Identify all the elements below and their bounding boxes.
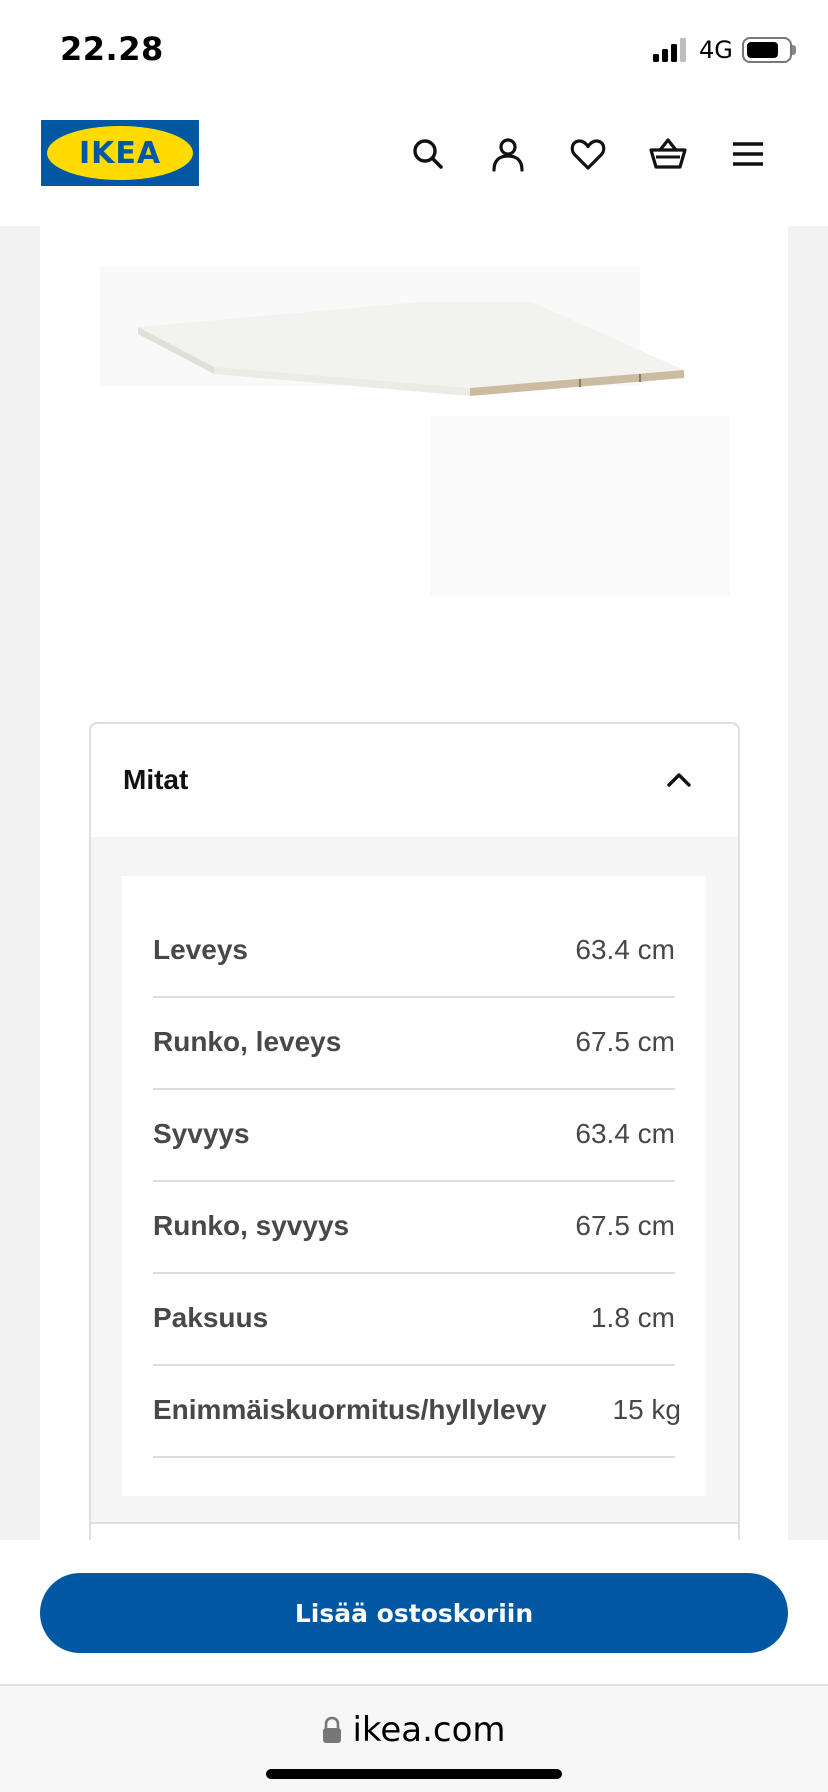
dimension-row-depth: Syvyys 63.4 cm bbox=[153, 1090, 675, 1182]
dimension-row-frame-width: Runko, leveys 67.5 cm bbox=[153, 998, 675, 1090]
battery-nub bbox=[792, 45, 796, 55]
next-accordion-edge bbox=[89, 1522, 740, 1540]
accordion-title: Mitat bbox=[123, 764, 189, 795]
status-bar: 22.28 4G bbox=[0, 0, 828, 100]
dimension-row-width: Leveys 63.4 cm bbox=[153, 906, 675, 998]
heart-icon[interactable] bbox=[564, 130, 612, 178]
battery-icon bbox=[742, 37, 792, 63]
basket-icon[interactable] bbox=[644, 130, 692, 178]
sticky-cta-bar: Lisää ostoskoriin bbox=[0, 1540, 828, 1684]
dimension-value: 63.4 cm bbox=[575, 1118, 675, 1149]
search-icon[interactable] bbox=[404, 130, 452, 178]
dimension-label: Leveys bbox=[153, 934, 248, 965]
dimension-row-thickness: Paksuus 1.8 cm bbox=[153, 1274, 675, 1366]
ikea-logo[interactable]: IKEA bbox=[41, 120, 199, 186]
dimension-value: 1.8 cm bbox=[590, 1302, 675, 1333]
logo-text: IKEA bbox=[78, 135, 162, 171]
dimensions-list: Leveys 63.4 cm Runko, leveys 67.5 cm Syv… bbox=[122, 876, 706, 1496]
logo-oval: IKEA bbox=[47, 126, 193, 180]
add-to-cart-button[interactable]: Lisää ostoskoriin bbox=[40, 1573, 788, 1653]
product-image[interactable] bbox=[80, 256, 740, 596]
url-text: ikea.com bbox=[352, 1710, 506, 1750]
status-time: 22.28 bbox=[60, 30, 164, 68]
dimension-value: 15 kg bbox=[612, 1394, 682, 1425]
home-indicator[interactable] bbox=[266, 1769, 562, 1779]
dimensions-accordion: Mitat Leveys 63.4 cm Runko, leveys 67.5 … bbox=[89, 722, 740, 1540]
dimensions-accordion-header[interactable]: Mitat bbox=[91, 724, 738, 837]
site-header: IKEA bbox=[0, 100, 828, 226]
user-icon[interactable] bbox=[484, 130, 532, 178]
dimension-label: Runko, leveys bbox=[153, 1026, 342, 1057]
dimension-label: Syvyys bbox=[153, 1118, 250, 1149]
browser-url-bar[interactable]: ikea.com bbox=[0, 1684, 828, 1792]
dimension-value: 63.4 cm bbox=[575, 934, 675, 965]
dimension-row-frame-depth: Runko, syvyys 67.5 cm bbox=[153, 1182, 675, 1274]
signal-icon bbox=[653, 38, 686, 62]
network-label: 4G bbox=[699, 36, 733, 64]
menu-icon[interactable] bbox=[724, 130, 772, 178]
lock-icon bbox=[323, 1716, 342, 1743]
dimension-value: 67.5 cm bbox=[575, 1210, 675, 1241]
dimension-label: Enimmäiskuormitus/hyllylevy bbox=[153, 1394, 547, 1425]
dimension-label: Paksuus bbox=[153, 1302, 269, 1333]
chevron-up-icon bbox=[667, 773, 691, 787]
dimension-row-max-load: Enimmäiskuormitus/hyllylevy 15 kg bbox=[153, 1366, 681, 1458]
url-display[interactable]: ikea.com bbox=[0, 1708, 828, 1752]
dimension-value: 67.5 cm bbox=[575, 1026, 675, 1057]
dimension-label: Runko, syvyys bbox=[153, 1210, 350, 1241]
